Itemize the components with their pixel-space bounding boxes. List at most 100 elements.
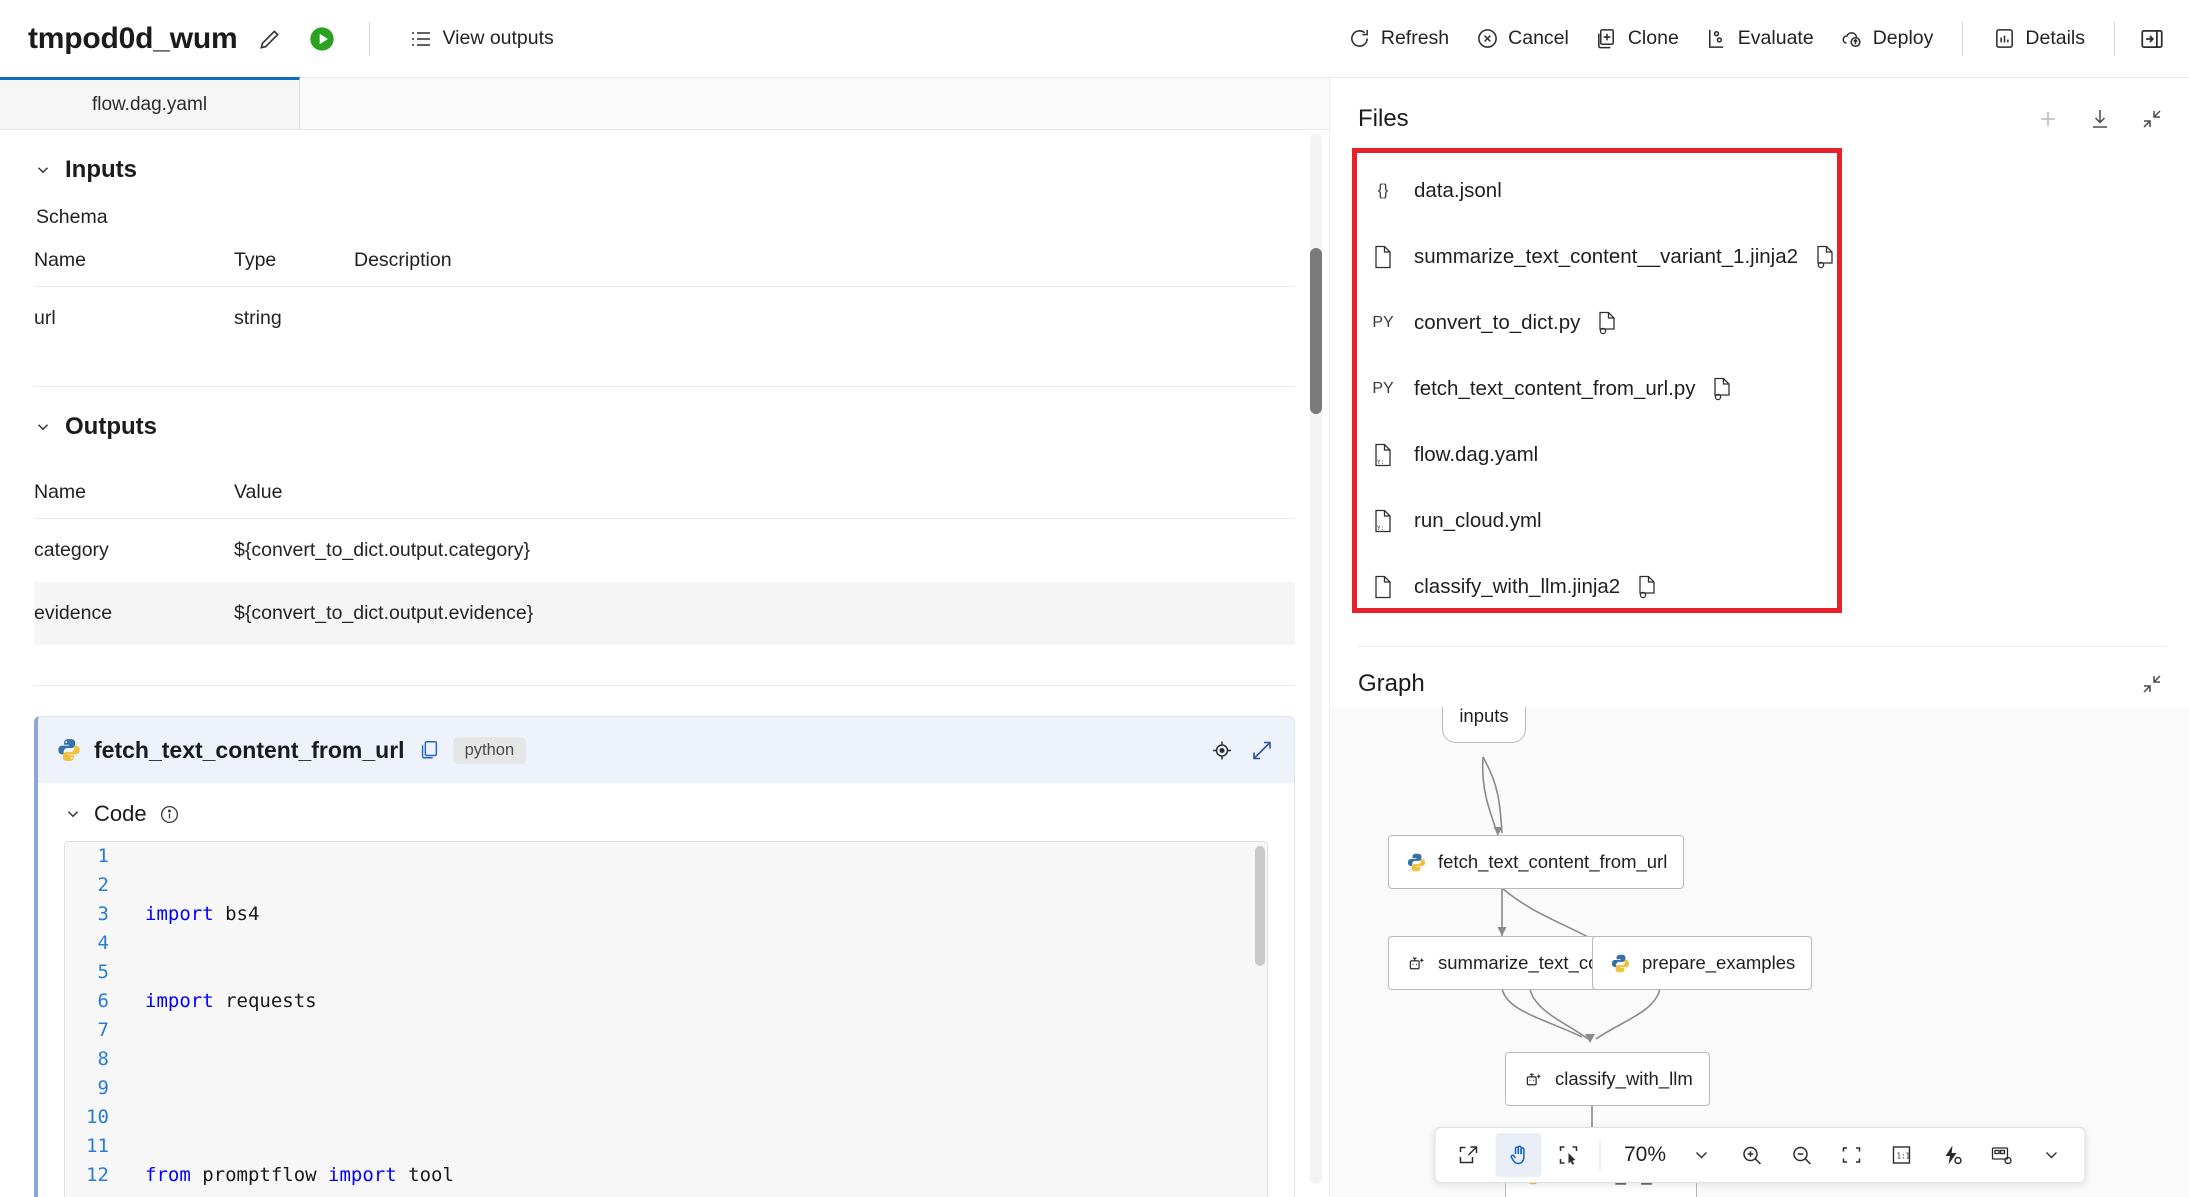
title-block: tmpod0d_wum View outputs [28, 20, 565, 58]
line-number: 10 [86, 1106, 109, 1128]
play-icon[interactable] [303, 20, 341, 58]
inputs-section-header[interactable]: Inputs [34, 130, 1295, 196]
outputs-section-header[interactable]: Outputs [34, 387, 1295, 453]
outputs-section: Outputs Name Value category ${convert_to… [0, 387, 1329, 686]
zoom-level-value: 70% [1623, 1143, 1667, 1166]
file-name: fetch_text_content_from_url.py [1414, 377, 1696, 400]
table-row: evidence ${convert_to_dict.output.eviden… [34, 582, 1295, 645]
editor-scrollbar[interactable] [1255, 846, 1265, 966]
zoom-level-display[interactable]: 70% [1608, 1143, 1674, 1167]
fit-view-button[interactable] [1445, 1133, 1491, 1177]
outputs-title: Outputs [65, 413, 157, 440]
download-icon[interactable] [2085, 104, 2115, 134]
yaml-file-icon: Y: [1366, 509, 1400, 533]
divider [2114, 21, 2115, 56]
code-editor[interactable]: 1 2 3 4 5 6 7 8 9 10 11 12 import bs4 im… [64, 841, 1268, 1197]
col-header-description: Description [354, 235, 1295, 287]
left-pane-scrollbar-thumb[interactable] [1310, 248, 1322, 414]
line-number: 4 [97, 932, 109, 954]
graph-node-prepare-examples[interactable]: prepare_examples [1592, 936, 1813, 990]
table-row: url string [34, 287, 1295, 351]
graph-canvas[interactable]: inputs fetch_text_content_from_url summa… [1330, 707, 2189, 1197]
graph-canvas-wrap[interactable]: inputs fetch_text_content_from_url summa… [1330, 707, 2189, 1197]
right-side-panel: Files {} data.jsonl summarize_text_conte… [1330, 78, 2189, 1197]
collapse-icon[interactable] [2137, 104, 2167, 134]
list-item[interactable]: PY convert_to_dict.py [1358, 290, 2167, 356]
minimap-settings-button[interactable] [1978, 1133, 2024, 1177]
divider [1358, 646, 2167, 647]
graph-node-label: classify_with_llm [1555, 1068, 1693, 1089]
file-tabstrip: flow.dag.yaml [0, 77, 1329, 130]
files-panel: {} data.jsonl summarize_text_content__va… [1330, 148, 2189, 647]
files-panel-title: Files [1358, 105, 1409, 132]
list-item[interactable]: Y: run_cloud.yml [1358, 488, 2167, 554]
code-section-header[interactable]: Code [38, 801, 1294, 841]
llm-icon [1522, 1068, 1544, 1090]
graph-node-label: prepare_examples [1642, 952, 1796, 973]
table-row: category ${convert_to_dict.output.catego… [34, 519, 1295, 583]
tab-flow-dag-yaml[interactable]: flow.dag.yaml [0, 77, 300, 129]
file-name: summarize_text_content__variant_1.jinja2 [1414, 245, 1799, 268]
fit-content-button[interactable] [1828, 1133, 1874, 1177]
open-file-icon[interactable] [1812, 244, 1838, 270]
locate-target-icon[interactable] [1210, 738, 1234, 762]
llm-icon [1405, 952, 1427, 974]
view-outputs-button[interactable]: View outputs [398, 20, 564, 58]
graph-node-fetch-text-content-from-url[interactable]: fetch_text_content_from_url [1388, 835, 1685, 889]
graph-node-label: inputs [1459, 707, 1509, 726]
evaluate-label: Evaluate [1737, 27, 1814, 49]
cancel-button[interactable]: Cancel [1464, 20, 1580, 58]
graph-node-classify-with-llm[interactable]: classify_with_llm [1505, 1052, 1710, 1106]
auto-layout-button[interactable] [1928, 1133, 1974, 1177]
select-tool-button[interactable] [1545, 1133, 1591, 1177]
open-file-icon[interactable] [1594, 310, 1620, 336]
list-item[interactable]: PY fetch_text_content_from_url.py [1358, 356, 2167, 422]
actual-size-button[interactable]: 1:1 [1878, 1133, 1924, 1177]
info-icon[interactable] [159, 804, 180, 825]
clone-button[interactable]: Clone [1584, 20, 1690, 58]
python-logo-icon [1609, 952, 1631, 974]
files-panel-actions [2033, 104, 2167, 134]
copy-icon[interactable] [417, 738, 441, 762]
node-type-badge: python [452, 736, 527, 764]
list-item[interactable]: summarize_text_content__variant_1.jinja2 [1358, 224, 2167, 290]
list-item[interactable]: Y: flow.dag.yaml [1358, 422, 2167, 488]
refresh-button[interactable]: Refresh [1337, 20, 1460, 58]
python-file-icon: PY [1372, 314, 1394, 331]
zoom-out-button[interactable] [1778, 1133, 1824, 1177]
deploy-button[interactable]: Deploy [1829, 20, 1945, 58]
graph-node-inputs[interactable]: inputs [1442, 707, 1526, 743]
clone-icon [1595, 27, 1619, 51]
list-item[interactable]: {} data.jsonl [1358, 158, 2167, 224]
open-file-icon[interactable] [1709, 376, 1735, 402]
details-label: Details [2025, 27, 2085, 49]
editor-code-text[interactable]: import bs4 import requests from promptfl… [123, 842, 1267, 1197]
node-name: fetch_text_content_from_url [94, 736, 405, 763]
expand-diagonal-icon[interactable] [1250, 738, 1274, 762]
refresh-label: Refresh [1380, 27, 1450, 49]
details-button[interactable]: Details [1981, 20, 2096, 58]
cell-value: ${convert_to_dict.output.category} [234, 539, 530, 561]
collapse-icon[interactable] [2137, 669, 2167, 699]
zoom-in-button[interactable] [1728, 1133, 1774, 1177]
svg-text:Y:: Y: [1377, 525, 1384, 532]
flow-scroll-area[interactable]: Inputs Schema Name Type Description url … [0, 130, 1329, 1197]
open-file-icon[interactable] [1634, 574, 1660, 600]
graph-toolbar: 70% 1:1 [1433, 1127, 2086, 1183]
list-item[interactable]: classify_with_llm.jinja2 [1358, 554, 2167, 620]
cell-type: string [234, 307, 282, 329]
top-toolbar-actions: Refresh Cancel Clone Evaluate Deploy Det… [1337, 20, 2171, 58]
json-file-icon: {} [1377, 182, 1389, 199]
pencil-icon[interactable] [251, 20, 289, 58]
graph-more-button[interactable] [2028, 1133, 2074, 1177]
python-file-icon: PY [1372, 380, 1394, 397]
open-right-panel-icon[interactable] [2133, 20, 2171, 58]
pan-tool-button[interactable] [1494, 1133, 1541, 1177]
evaluate-button[interactable]: Evaluate [1694, 20, 1825, 58]
add-icon[interactable] [2033, 104, 2063, 134]
table-header-row: Name Value [34, 467, 1295, 519]
chevron-down-icon[interactable] [1678, 1133, 1724, 1177]
col-header-value: Value [234, 467, 1295, 519]
outputs-table: Name Value category ${convert_to_dict.ou… [34, 467, 1295, 645]
cell-description [354, 287, 1295, 351]
